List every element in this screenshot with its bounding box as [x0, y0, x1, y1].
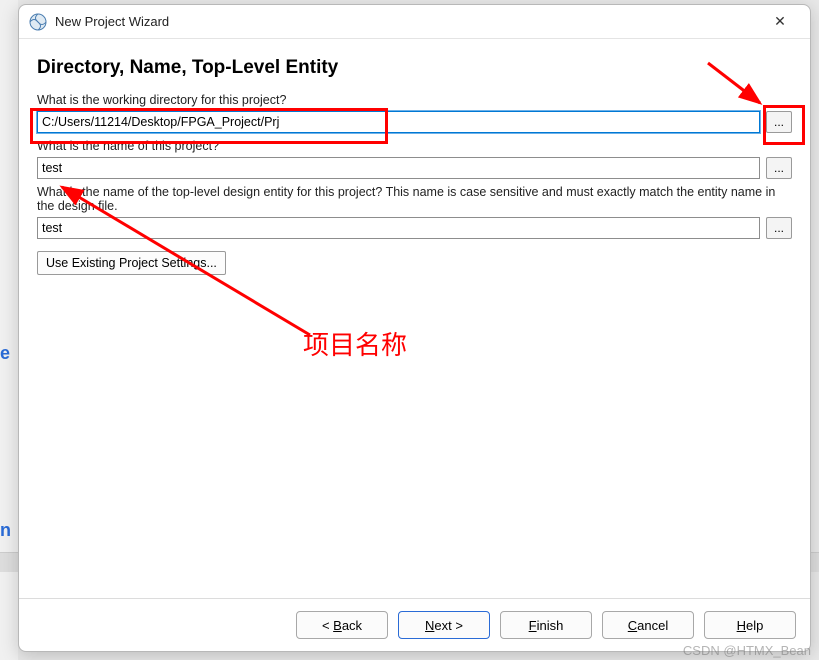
watermark: CSDN @HTMX_Bean	[683, 643, 811, 658]
project-name-input[interactable]	[37, 157, 760, 179]
label-directory: What is the working directory for this p…	[37, 93, 792, 107]
app-icon	[29, 13, 47, 31]
bg-letter-e: e	[0, 343, 10, 364]
bg-letter-n: n	[0, 520, 11, 541]
entity-input[interactable]	[37, 217, 760, 239]
directory-input[interactable]	[37, 111, 760, 133]
wizard-dialog: New Project Wizard ✕ Directory, Name, To…	[18, 4, 811, 652]
window-title: New Project Wizard	[55, 14, 760, 29]
use-existing-settings-button[interactable]: Use Existing Project Settings...	[37, 251, 226, 275]
ellipsis-icon: ...	[774, 161, 784, 175]
annotation-label-project-name: 项目名称	[303, 325, 407, 362]
close-icon: ✕	[774, 13, 786, 30]
use-existing-settings-label: Use Existing Project Settings...	[46, 256, 217, 270]
page-heading: Directory, Name, Top-Level Entity	[37, 57, 792, 79]
row-project-name: ...	[37, 157, 792, 179]
back-button[interactable]: < Back	[296, 611, 388, 639]
cancel-button[interactable]: Cancel	[602, 611, 694, 639]
browse-directory-button[interactable]: ...	[766, 111, 792, 133]
help-button[interactable]: Help	[704, 611, 796, 639]
close-button[interactable]: ✕	[760, 8, 800, 36]
finish-button[interactable]: Finish	[500, 611, 592, 639]
row-entity: ...	[37, 217, 792, 239]
ellipsis-icon: ...	[774, 115, 784, 129]
next-button[interactable]: Next >	[398, 611, 490, 639]
browse-entity-button[interactable]: ...	[766, 217, 792, 239]
titlebar: New Project Wizard ✕	[19, 5, 810, 39]
row-directory: ...	[37, 111, 792, 133]
label-entity: What is the name of the top-level design…	[37, 185, 792, 213]
ellipsis-icon: ...	[774, 221, 784, 235]
wizard-content: Directory, Name, Top-Level Entity What i…	[19, 39, 810, 598]
label-project-name: What is the name of this project?	[37, 139, 792, 153]
browse-name-button[interactable]: ...	[766, 157, 792, 179]
